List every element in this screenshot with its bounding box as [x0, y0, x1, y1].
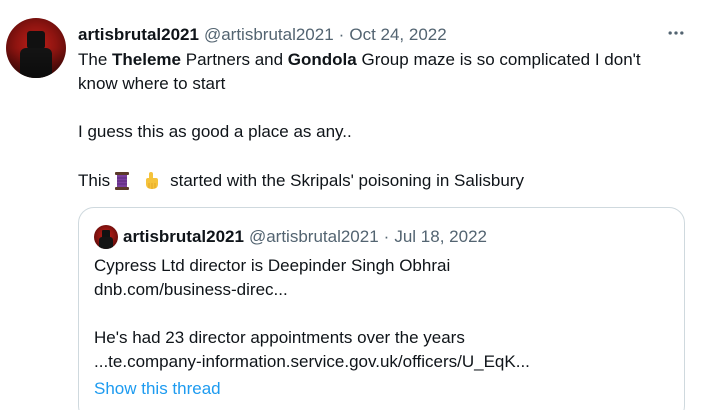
quoted-avatar: [94, 225, 118, 249]
quoted-tweet-date: Jul 18, 2022: [394, 227, 487, 246]
display-name[interactable]: artisbrutal2021: [78, 25, 199, 45]
user-handle[interactable]: @artisbrutal2021: [204, 25, 334, 45]
tweet-header: artisbrutal2021 @artisbrutal2021 · Oct 2…: [78, 24, 447, 46]
tweet-text-line: The Theleme Partners and Gondola Group m…: [78, 48, 698, 72]
text-segment: This: [78, 171, 111, 190]
quoted-user-handle: @artisbrutal2021: [248, 227, 379, 246]
separator-dot: ·: [338, 25, 345, 44]
tweet: artisbrutal2021 @artisbrutal2021 · Oct 2…: [0, 0, 716, 410]
quoted-text-line: He's had 23 director appointments over t…: [94, 328, 465, 347]
bold-text-theleme: Theleme: [112, 50, 182, 69]
text-segment: Partners and: [181, 50, 288, 69]
tweet-text-line: I guess this as good a place as any..: [78, 122, 352, 141]
quoted-text-line: Cypress Ltd director is Deepinder Singh …: [94, 256, 451, 275]
avatar[interactable]: [6, 18, 66, 78]
text-segment: The: [78, 50, 113, 69]
quoted-tweet-header: artisbrutal2021 @artisbrutal2021 · Jul 1…: [123, 226, 487, 248]
separator-dot: ·: [383, 227, 390, 246]
tweet-text-line: This started with the Skripals' poisonin…: [78, 169, 698, 193]
quoted-display-name: artisbrutal2021: [123, 227, 244, 246]
more-options-button[interactable]: [663, 20, 689, 46]
quoted-text-line: ...te.company-information.service.gov.uk…: [94, 352, 530, 371]
pointing-down-icon: [146, 172, 159, 189]
thread-spool-icon: [115, 172, 130, 190]
tweet-date[interactable]: Oct 24, 2022: [349, 25, 446, 45]
text-segment: Group maze is so complicated I don't: [356, 50, 641, 69]
bold-text-gondola: Gondola: [287, 50, 357, 69]
tweet-text-line: know where to start: [78, 74, 226, 93]
text-segment: started with the Skripals' poisoning in …: [170, 171, 524, 190]
more-horizontal-icon: [668, 31, 684, 35]
quoted-text-line: dnb.com/business-direc...: [94, 280, 288, 299]
show-thread-link[interactable]: Show this thread: [94, 377, 221, 401]
quoted-tweet[interactable]: artisbrutal2021 @artisbrutal2021 · Jul 1…: [78, 207, 685, 410]
